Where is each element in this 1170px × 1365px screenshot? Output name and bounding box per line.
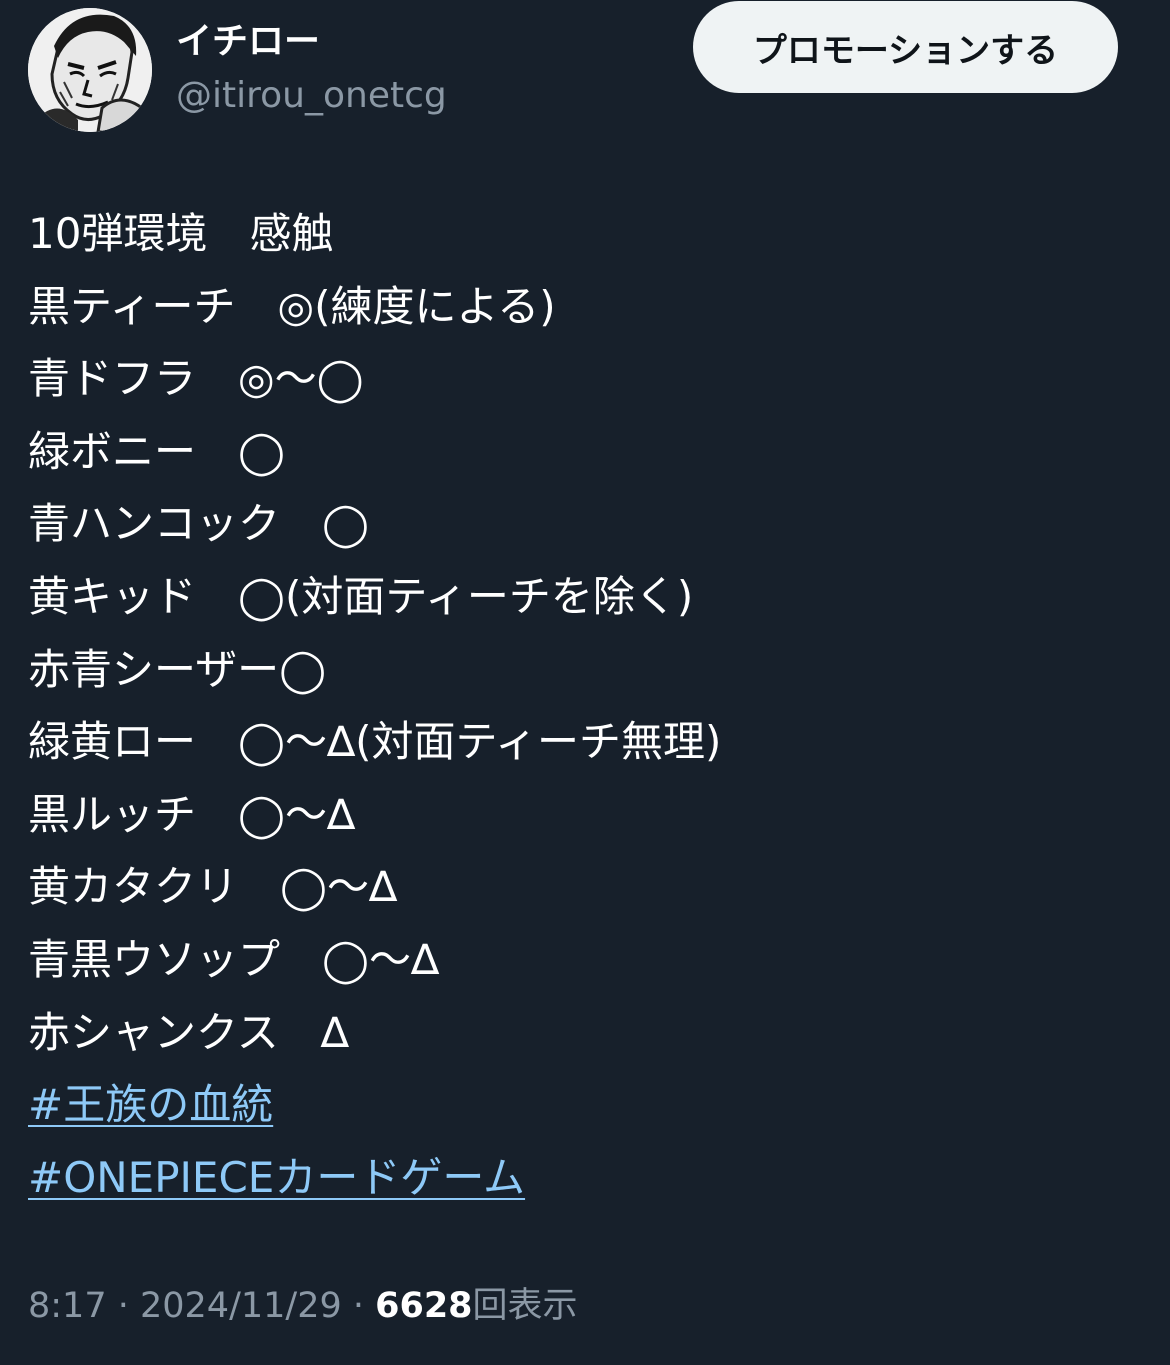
tweet-line: 赤シャンクス ∆ <box>28 1007 349 1057</box>
manga-face-avatar-icon <box>28 8 152 132</box>
tweet-line: 青黒ウソップ ◯〜∆ <box>28 934 440 984</box>
hashtag-line: #王族の血統 <box>28 1069 1138 1142</box>
hashtag-link[interactable]: #王族の血統 <box>28 1080 273 1129</box>
tweet-header: イチロー @itirou_onetcg プロモーションする <box>0 0 1170 140</box>
views-count[interactable]: 6628 <box>375 1286 472 1326</box>
tweet-line: 10弾環境 感触 <box>28 209 334 258</box>
hashtag-line: #ONEPIECEカードゲーム <box>28 1142 1138 1215</box>
tweet-line: 青ハンコック ◯ <box>28 499 370 549</box>
tweet-line: 黄キッド ◯(対面ティーチを除く) <box>28 571 694 621</box>
meta-separator: · <box>106 1286 140 1326</box>
tweet-text: 10弾環境 感触 黒ティーチ ◎(練度による) 青ドフラ ◎〜◯ 緑ボニー ◯ … <box>28 198 1138 1214</box>
hashtag-link[interactable]: #ONEPIECEカードゲーム <box>28 1153 525 1202</box>
display-name[interactable]: イチロー <box>176 20 320 64</box>
tweet-line: 青ドフラ ◎〜◯ <box>28 354 364 404</box>
promote-button[interactable]: プロモーションする <box>693 1 1118 93</box>
avatar[interactable] <box>28 8 152 132</box>
tweet-line: 黒ルッチ ◯〜∆ <box>28 789 356 839</box>
tweet-line: 赤青シーザー◯ <box>28 644 327 694</box>
tweet-line: 黄カタクリ ◯〜∆ <box>28 862 398 912</box>
tweet-line: 緑ボニー ◯ <box>28 426 286 476</box>
views-label[interactable]: 回表示 <box>473 1286 578 1326</box>
tweet-line: 緑黄ロー ◯〜∆(対面ティーチ無理) <box>28 717 722 767</box>
tweet-line: 黒ティーチ ◎(練度による) <box>28 281 556 331</box>
user-handle[interactable]: @itirou_onetcg <box>176 74 447 118</box>
tweet-date[interactable]: 2024/11/29 <box>140 1286 342 1326</box>
tweet-time[interactable]: 8:17 <box>28 1286 107 1326</box>
meta-separator: · <box>341 1286 376 1326</box>
tweet-meta: 8:17 · 2024/11/29 · 6628回表示 <box>28 1284 578 1328</box>
